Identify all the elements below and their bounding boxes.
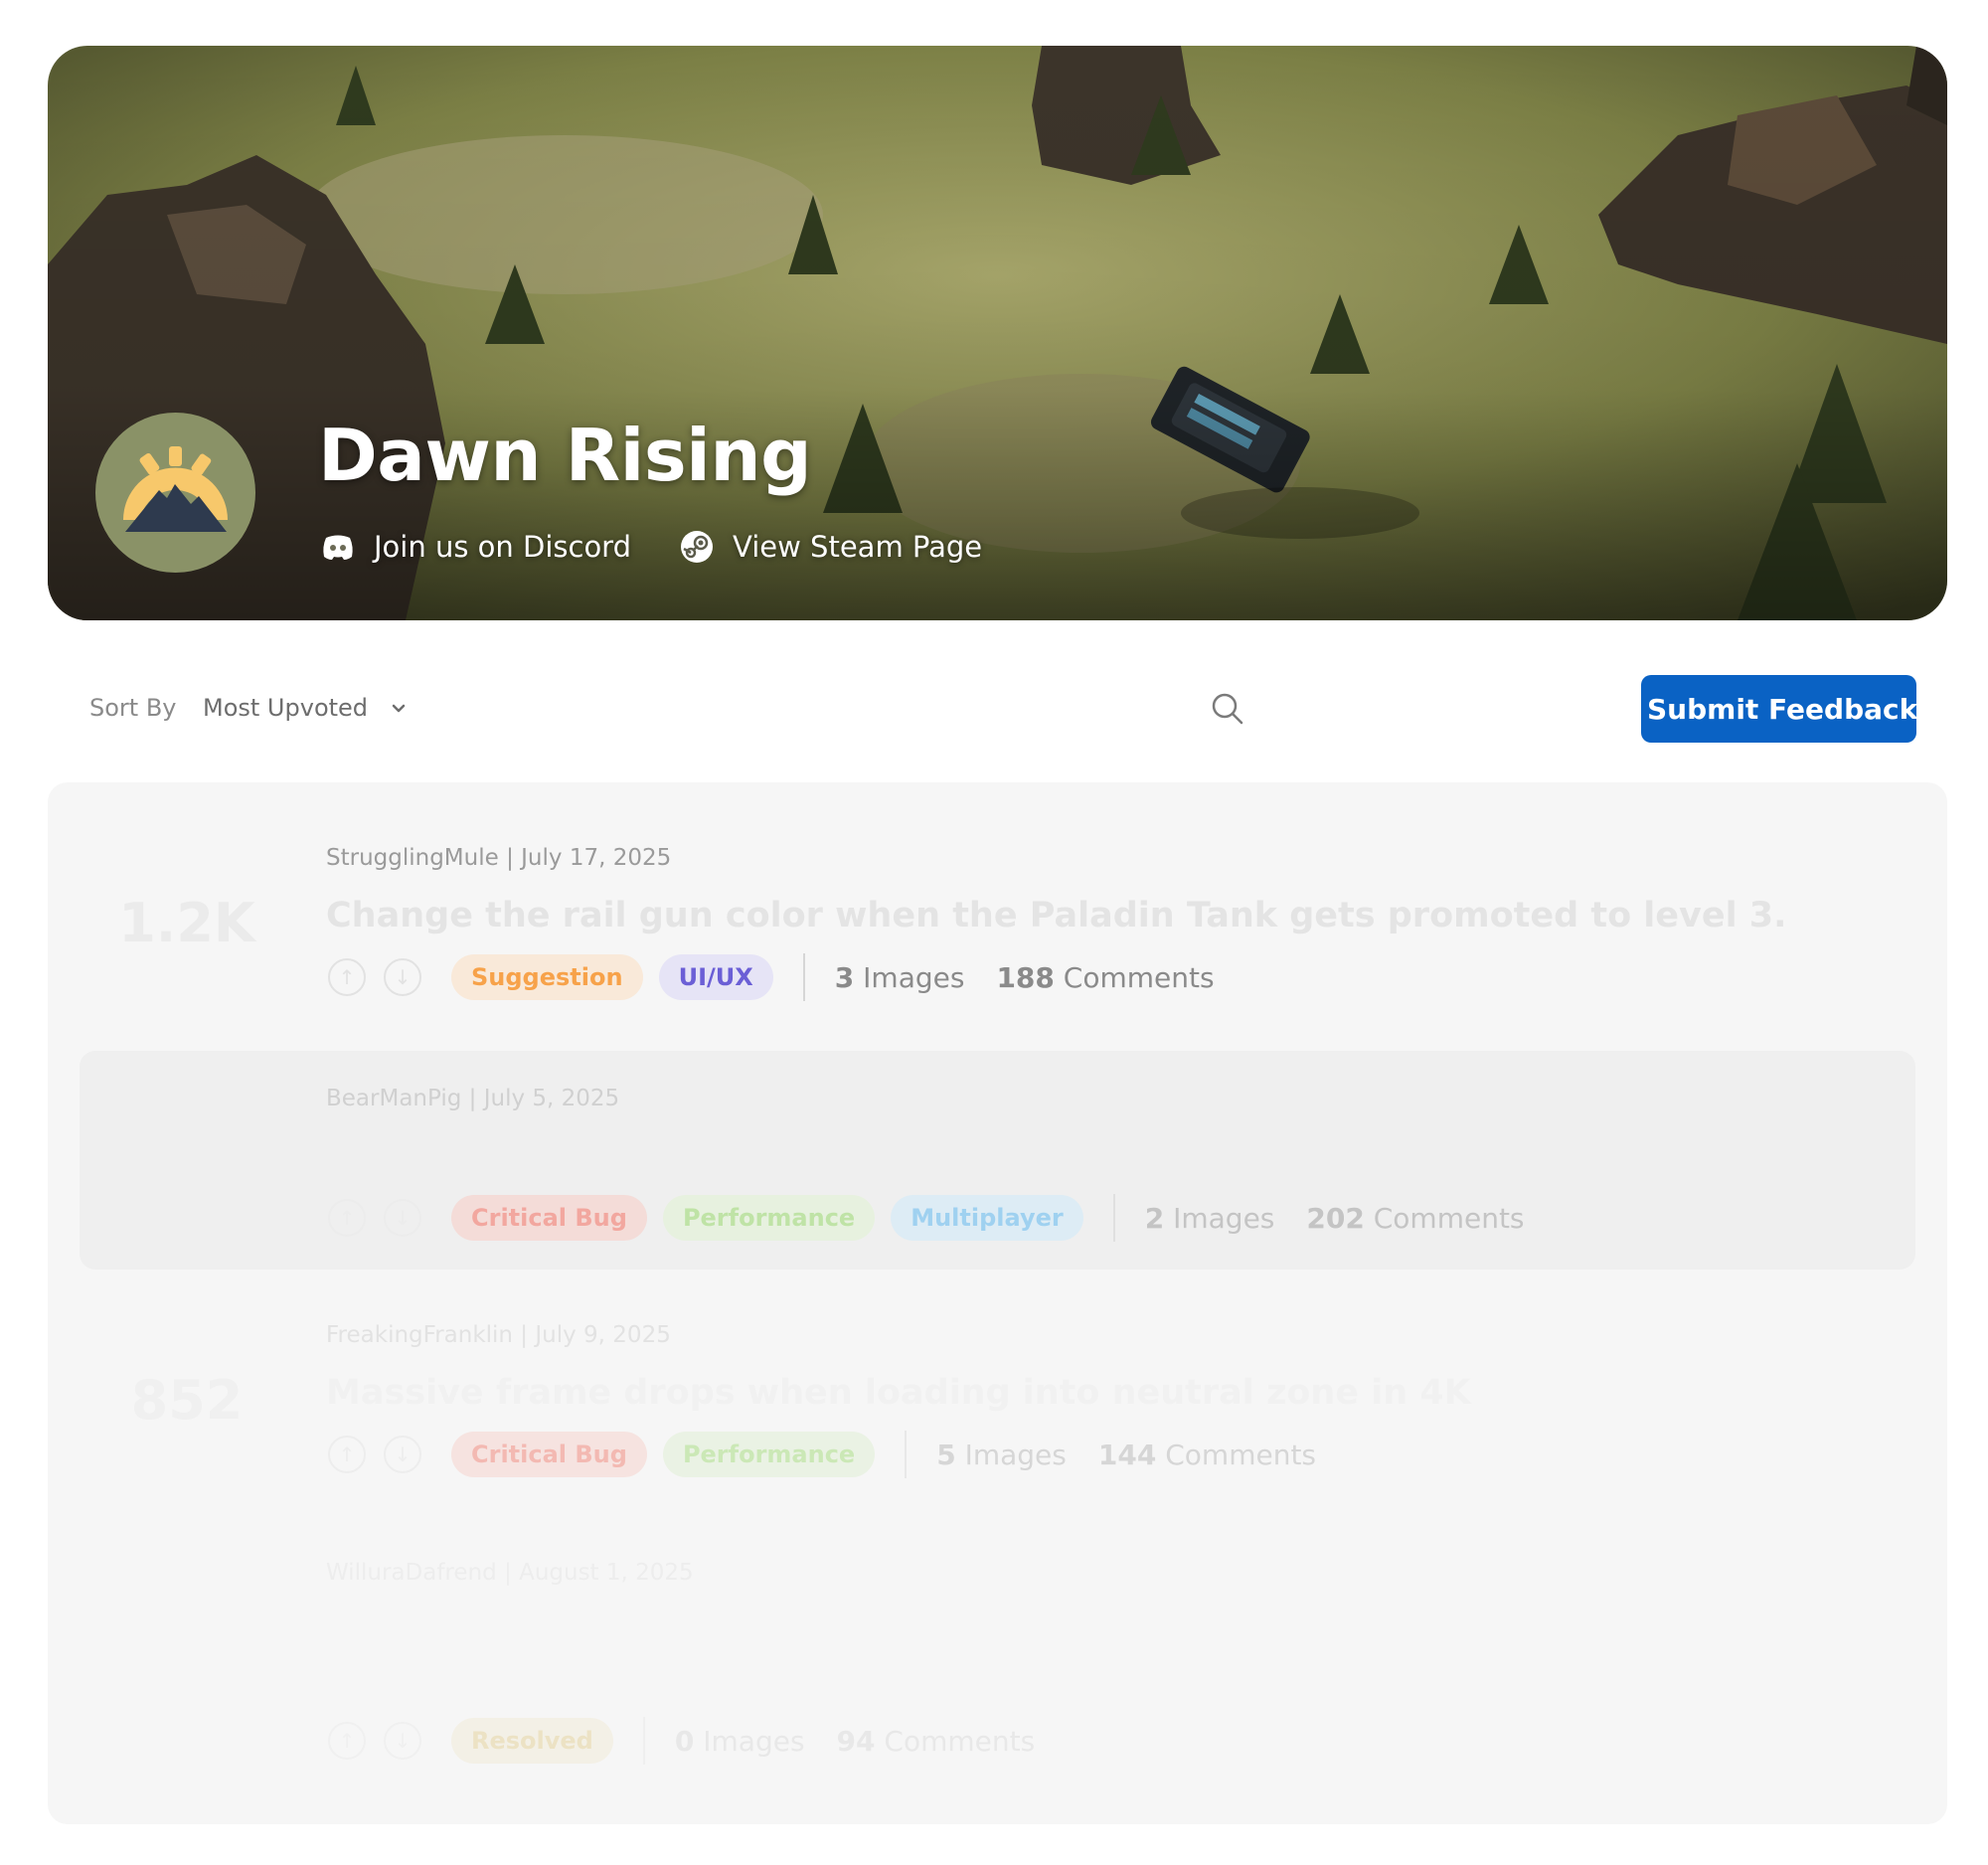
- comment-count[interactable]: 188 Comments: [996, 961, 1214, 994]
- post-author-date: FreakingFranklin | July 9, 2025: [326, 1322, 671, 1348]
- image-count-label: Images: [703, 1724, 805, 1758]
- arrow-up-icon: ↑: [338, 1442, 356, 1466]
- tag-critical-bug[interactable]: Critical Bug: [451, 1432, 647, 1477]
- post-author-date: BearManPig | July 5, 2025: [326, 1086, 620, 1111]
- upvote-button[interactable]: ↑: [328, 1199, 366, 1237]
- tag-multiplayer[interactable]: Multiplayer: [891, 1195, 1083, 1241]
- arrow-down-icon: ↓: [394, 1206, 412, 1230]
- arrow-down-icon: ↓: [394, 1729, 412, 1753]
- upvote-button[interactable]: ↑: [328, 958, 366, 996]
- image-count-value: 3: [834, 960, 855, 994]
- steam-icon: [681, 531, 714, 563]
- comment-count[interactable]: 144 Comments: [1098, 1439, 1316, 1471]
- image-count[interactable]: 3 Images: [835, 961, 965, 994]
- tag-resolved[interactable]: Resolved: [451, 1718, 613, 1764]
- arrow-down-icon: ↓: [394, 965, 412, 989]
- discord-link-label: Join us on Discord: [374, 530, 632, 564]
- sunrise-mountain-icon: [123, 446, 228, 532]
- hero-links: Join us on Discord View Steam Page: [320, 529, 982, 565]
- downvote-button[interactable]: ↓: [384, 1436, 421, 1473]
- submit-feedback-button[interactable]: Submit Feedback: [1641, 675, 1917, 743]
- comment-count-value: 144: [1097, 1438, 1157, 1471]
- upvote-button[interactable]: ↑: [328, 1722, 366, 1760]
- feedback-post[interactable]: BearManPig | July 5, 2025 ↑ ↓ Critical B…: [48, 1051, 1947, 1270]
- image-count[interactable]: 2 Images: [1145, 1202, 1275, 1235]
- tag-list: Suggestion UI/UX: [451, 954, 773, 1000]
- comment-count[interactable]: 202 Comments: [1306, 1202, 1524, 1235]
- game-title: Dawn Rising: [318, 414, 812, 497]
- divider: [1112, 1194, 1115, 1242]
- image-count-label: Images: [964, 1438, 1067, 1471]
- comment-count-label: Comments: [1165, 1438, 1317, 1471]
- tag-uiux[interactable]: UI/UX: [658, 954, 773, 1000]
- image-count[interactable]: 5 Images: [936, 1439, 1067, 1471]
- image-count-value: 0: [674, 1724, 695, 1758]
- arrow-up-icon: ↑: [338, 1206, 356, 1230]
- game-logo: [95, 413, 255, 573]
- image-count-value: 2: [1144, 1201, 1165, 1235]
- tag-list: Resolved: [451, 1718, 613, 1764]
- divider: [905, 1431, 908, 1478]
- arrow-down-icon: ↓: [394, 1442, 412, 1466]
- comment-count-label: Comments: [1063, 960, 1215, 994]
- vote-score: 852: [130, 1369, 244, 1432]
- vote-score: 1.2K: [118, 892, 255, 954]
- comment-count-label: Comments: [884, 1724, 1036, 1758]
- upvote-button[interactable]: ↑: [328, 1436, 366, 1473]
- tag-list: Critical Bug Performance: [451, 1432, 876, 1477]
- tag-performance[interactable]: Performance: [662, 1432, 876, 1477]
- arrow-up-icon: ↑: [338, 965, 356, 989]
- tag-performance[interactable]: Performance: [662, 1195, 876, 1241]
- divider: [642, 1717, 645, 1765]
- feedback-post[interactable]: 852 FreakingFranklin | July 9, 2025 Mass…: [48, 1289, 1947, 1518]
- feedback-post[interactable]: 1.2K StrugglingMule | July 17, 2025 Chan…: [48, 782, 1947, 1021]
- tag-list: Critical Bug Performance Multiplayer: [451, 1195, 1083, 1241]
- discord-icon: [323, 535, 353, 560]
- steam-link-label: View Steam Page: [733, 530, 983, 564]
- hero-banner: Dawn Rising Join us on Discord View Stea…: [48, 46, 1947, 620]
- arrow-up-icon: ↑: [338, 1729, 356, 1753]
- tag-critical-bug[interactable]: Critical Bug: [451, 1195, 647, 1241]
- sort-label: Sort By: [89, 694, 177, 722]
- downvote-button[interactable]: ↓: [384, 958, 421, 996]
- tag-suggestion[interactable]: Suggestion: [451, 954, 643, 1000]
- post-actions: ↑ ↓ Suggestion UI/UX 3 Images 188 Commen…: [328, 953, 1246, 1001]
- chevron-down-icon: [392, 704, 406, 713]
- post-title[interactable]: Massive frame drops when loading into ne…: [326, 1373, 1471, 1413]
- feedback-list: 1.2K StrugglingMule | July 17, 2025 Chan…: [48, 782, 1947, 1824]
- comment-count-value: 94: [836, 1724, 876, 1758]
- post-author-date: WilluraDafrend | August 1, 2025: [326, 1560, 694, 1586]
- comment-count-label: Comments: [1373, 1201, 1525, 1235]
- downvote-button[interactable]: ↓: [384, 1722, 421, 1760]
- discord-link[interactable]: Join us on Discord: [320, 529, 631, 565]
- image-count-label: Images: [863, 960, 965, 994]
- post-author-date: StrugglingMule | July 17, 2025: [326, 845, 672, 871]
- downvote-button[interactable]: ↓: [384, 1199, 421, 1237]
- sort-dropdown[interactable]: Most Upvoted: [203, 688, 408, 728]
- image-count[interactable]: 0 Images: [675, 1725, 805, 1758]
- post-title[interactable]: Change the rail gun color when the Palad…: [326, 896, 1786, 935]
- search-icon[interactable]: [1211, 692, 1244, 726]
- post-actions: ↑ ↓ Resolved 0 Images 94 Comments: [328, 1717, 1067, 1765]
- image-count-value: 5: [936, 1438, 956, 1471]
- image-count-label: Images: [1173, 1201, 1275, 1235]
- comment-count-value: 188: [996, 960, 1055, 994]
- steam-link[interactable]: View Steam Page: [679, 529, 982, 565]
- post-actions: ↑ ↓ Critical Bug Performance 5 Images 14…: [328, 1431, 1348, 1478]
- post-actions: ↑ ↓ Critical Bug Performance Multiplayer…: [328, 1194, 1557, 1242]
- feedback-post[interactable]: WilluraDafrend | August 1, 2025 ↑ ↓ Reso…: [48, 1538, 1947, 1816]
- sort-dropdown-value: Most Upvoted: [203, 694, 369, 722]
- comment-count[interactable]: 94 Comments: [837, 1725, 1036, 1758]
- comment-count-value: 202: [1306, 1201, 1365, 1235]
- divider: [802, 953, 805, 1001]
